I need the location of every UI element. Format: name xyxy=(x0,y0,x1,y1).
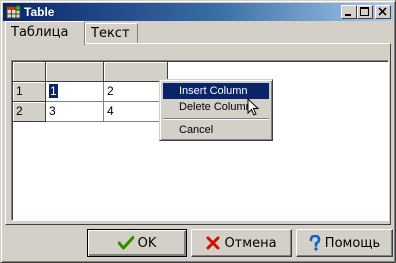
tab-table[interactable]: Таблица xyxy=(5,21,85,45)
menu-separator xyxy=(163,118,269,120)
menu-item-cancel[interactable]: Cancel xyxy=(163,122,269,138)
menu-item-label: Cancel xyxy=(179,124,214,136)
cell-text: 4 xyxy=(107,104,114,118)
selected-cell-text: 1 xyxy=(49,84,58,98)
help-button[interactable]: Помощь xyxy=(296,229,393,257)
checkmark-icon xyxy=(117,236,134,250)
help-button-label: Помощь xyxy=(324,235,381,251)
minimize-button[interactable] xyxy=(341,5,357,19)
grid-cell-r2c1[interactable]: 3 xyxy=(46,102,104,122)
cancel-button[interactable]: Отмена xyxy=(191,229,292,257)
row-header-2-label: 2 xyxy=(16,104,23,118)
cell-text: 2 xyxy=(107,84,114,98)
tab-text-label: Текст xyxy=(91,26,130,41)
x-icon xyxy=(206,236,220,250)
minimize-icon xyxy=(345,14,351,16)
window-title: Table xyxy=(24,5,55,19)
tab-text[interactable]: Текст xyxy=(85,23,138,44)
maximize-icon xyxy=(360,7,369,16)
tab-table-label: Таблица xyxy=(11,25,69,40)
cancel-button-label: Отмена xyxy=(224,235,277,251)
row-header-1-label: 1 xyxy=(16,84,23,98)
cell-text: 3 xyxy=(49,104,56,118)
column-header-1[interactable] xyxy=(46,62,104,82)
mouse-cursor-icon xyxy=(247,98,260,116)
title-bar[interactable]: Table xyxy=(3,3,393,21)
ok-button[interactable]: OK xyxy=(87,229,187,257)
menu-item-insert-column[interactable]: Insert Column xyxy=(163,83,269,99)
close-button[interactable] xyxy=(375,5,391,19)
table-window: Table Таблица Текст 1 1 2 2 3 4 Insert C… xyxy=(0,0,396,263)
table-app-icon[interactable] xyxy=(6,4,22,20)
title-buttons xyxy=(341,5,391,19)
grid-cell-r1c1[interactable]: 1 xyxy=(46,82,104,102)
menu-item-label: Insert Column xyxy=(179,85,248,97)
close-icon xyxy=(378,7,387,16)
menu-item-label: Delete Column xyxy=(179,101,252,113)
row-header-1[interactable]: 1 xyxy=(13,82,46,102)
row-header-2[interactable]: 2 xyxy=(13,102,46,122)
grid-corner-cell xyxy=(13,62,46,82)
maximize-button[interactable] xyxy=(357,5,373,19)
ok-button-label: OK xyxy=(137,235,157,251)
question-mark-icon xyxy=(309,235,321,251)
